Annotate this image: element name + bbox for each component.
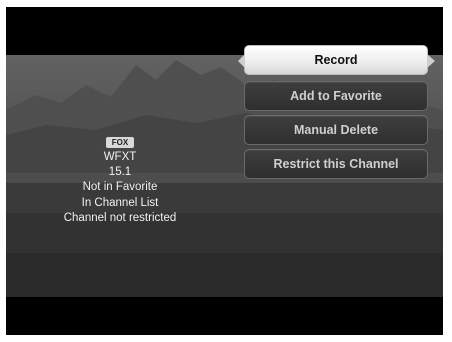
tv-screen: FOX WFXT 15.1 Not in Favorite In Channel… (6, 7, 443, 335)
add-to-favorite-label: Add to Favorite (290, 89, 382, 103)
channel-info: WFXT 15.1 Not in Favorite In Channel Lis… (40, 150, 200, 226)
restrict-channel-button[interactable]: Restrict this Channel (244, 149, 428, 179)
favorite-status: Not in Favorite (82, 181, 158, 194)
restriction-status: Channel not restricted (63, 211, 177, 224)
left-arrow-icon (238, 54, 245, 68)
add-to-favorite-button[interactable]: Add to Favorite (244, 81, 428, 111)
manual-delete-label: Manual Delete (293, 123, 379, 137)
channel-call-sign: WFXT (103, 151, 137, 163)
record-button[interactable]: Record (238, 45, 435, 75)
channel-number: 15.1 (108, 166, 132, 179)
manual-delete-button[interactable]: Manual Delete (244, 115, 428, 145)
right-arrow-icon (427, 54, 435, 68)
restrict-channel-label: Restrict this Channel (273, 157, 399, 171)
channel-list-status: In Channel List (81, 196, 159, 209)
fox-logo-icon: FOX (106, 137, 134, 148)
record-label: Record (314, 53, 358, 67)
